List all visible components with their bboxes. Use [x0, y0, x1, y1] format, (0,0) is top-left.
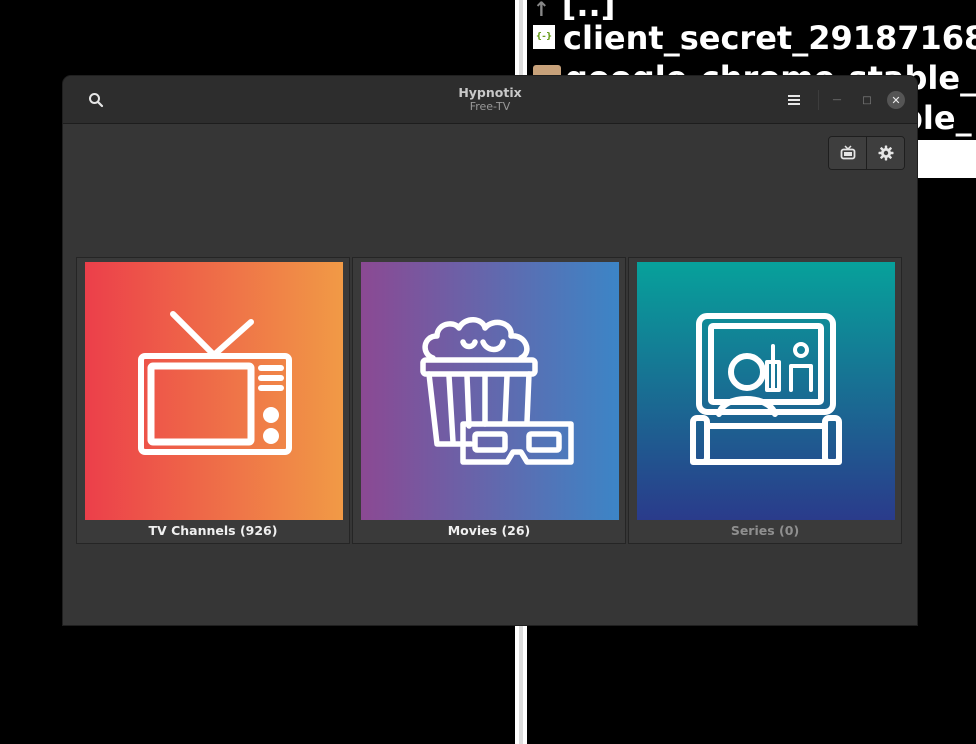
category-grid: TV Channels (926) Movies (26) Series (0) — [76, 257, 904, 545]
category-label: TV Channels (926) — [148, 523, 278, 538]
movies-artwork — [361, 262, 619, 520]
header-bar: Hypnotix Free-TV — □ ✕ — [63, 76, 917, 124]
category-tv-channels[interactable]: TV Channels (926) — [76, 257, 350, 544]
window-subtitle: Free-TV — [469, 100, 511, 113]
tv-mode-button[interactable] — [829, 137, 866, 169]
maximize-icon: □ — [862, 94, 872, 106]
gear-icon — [878, 145, 893, 161]
search-button[interactable] — [81, 88, 111, 112]
minimize-icon: — — [832, 95, 842, 105]
hypnotix-window: Hypnotix Free-TV — □ ✕ TV Channels (926)… — [63, 76, 917, 625]
category-label: Movies (26) — [447, 523, 531, 538]
close-icon: ✕ — [891, 93, 901, 107]
close-button[interactable]: ✕ — [887, 91, 905, 109]
retro-tv-icon — [138, 311, 292, 455]
series-artwork — [637, 262, 895, 520]
hamburger-menu-icon — [788, 95, 800, 105]
category-label: Series (0) — [730, 523, 800, 538]
tv-channels-artwork — [85, 262, 343, 520]
search-icon — [89, 93, 104, 108]
category-series: Series (0) — [628, 257, 902, 544]
view-toolbar — [828, 136, 905, 170]
maximize-button[interactable]: □ — [857, 88, 877, 112]
minimize-button[interactable]: — — [827, 88, 847, 112]
category-movies[interactable]: Movies (26) — [352, 257, 626, 544]
background-file-name: client_secret_29187168 — [563, 19, 976, 57]
tv-icon — [840, 145, 855, 160]
preferences-button[interactable] — [866, 137, 904, 169]
window-title-area: Hypnotix Free-TV — [363, 85, 617, 113]
main-menu-button[interactable] — [779, 88, 809, 112]
popcorn-3d-glasses-icon — [420, 317, 574, 465]
person-watching-tv-icon — [690, 313, 842, 465]
background-highlight — [916, 140, 976, 178]
json-file-icon: {-} — [533, 25, 555, 49]
window-title: Hypnotix — [458, 85, 522, 100]
header-separator — [818, 90, 819, 110]
background-file-row: {-} client_secret_29187168 — [533, 19, 976, 57]
